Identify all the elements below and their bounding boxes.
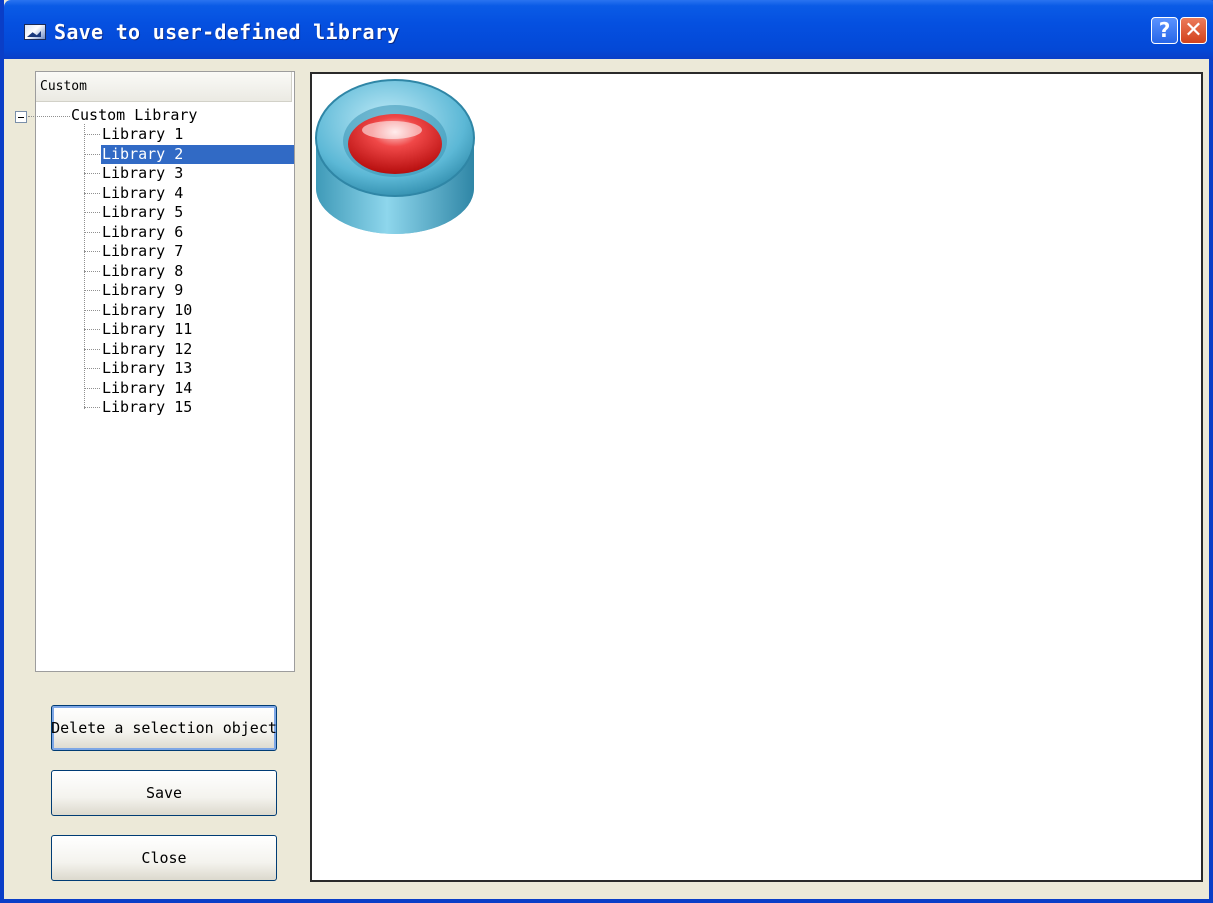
tree-root-custom-library[interactable]: Custom Library [71, 106, 197, 126]
tree-item-label: Library 3 [102, 164, 184, 182]
dialog-window: Save to user-defined library ? ✕ Custom … [0, 0, 1213, 903]
title-bar[interactable]: Save to user-defined library ? ✕ [4, 0, 1213, 59]
tree-connector [84, 270, 100, 272]
tree-connector [84, 192, 100, 194]
tree-connector [84, 251, 100, 252]
tree-item-label: Library 14 [102, 378, 193, 397]
tree-connector [84, 124, 85, 409]
tree-item-label: Library 13 [102, 359, 193, 377]
tree-connector [84, 173, 100, 174]
tree-column-header[interactable]: Custom [36, 72, 292, 102]
collapse-expander-icon[interactable] [15, 111, 27, 123]
tree-connector [84, 134, 100, 135]
tree-item-label: Library 2 [101, 144, 294, 164]
red-push-button-icon[interactable] [314, 76, 476, 240]
help-button[interactable]: ? [1151, 17, 1178, 44]
tree-connector [84, 212, 100, 213]
tree-item-label: Library 7 [102, 242, 184, 260]
tree-item-label: Library 15 [102, 398, 193, 416]
delete-selection-button[interactable]: Delete a selection object [51, 705, 277, 751]
save-button[interactable]: Save [51, 770, 277, 816]
tree-item-label: Library 1 [102, 125, 184, 143]
tree-item-label: Library 12 [102, 339, 193, 358]
tree-item-label: Library 5 [102, 203, 184, 221]
close-window-button[interactable]: ✕ [1180, 17, 1207, 44]
tree-connector [84, 387, 100, 389]
tree-connector [84, 368, 100, 369]
tree-item-label: Library 4 [102, 183, 184, 202]
tree-connector [84, 231, 100, 233]
tree-item-label: Library 10 [102, 300, 193, 319]
tree-item-label: Library 9 [102, 281, 184, 299]
tree-connector [84, 407, 100, 408]
close-button[interactable]: Close [51, 835, 277, 881]
tree-item-label: Library 8 [102, 261, 184, 280]
tree-item-label: Library 6 [102, 222, 184, 241]
tree-connector [84, 153, 100, 155]
tree-connector [84, 290, 100, 291]
delete-selection-label: Delete a selection object [51, 719, 277, 737]
tree-connector [28, 116, 70, 117]
tree-connector [84, 348, 100, 350]
tree-item-label: Library 11 [102, 320, 193, 338]
object-preview-canvas[interactable] [310, 72, 1203, 882]
tree-connector [84, 309, 100, 311]
window-title: Save to user-defined library [54, 20, 400, 44]
window-icon [24, 24, 46, 40]
tree-connector [84, 329, 100, 330]
